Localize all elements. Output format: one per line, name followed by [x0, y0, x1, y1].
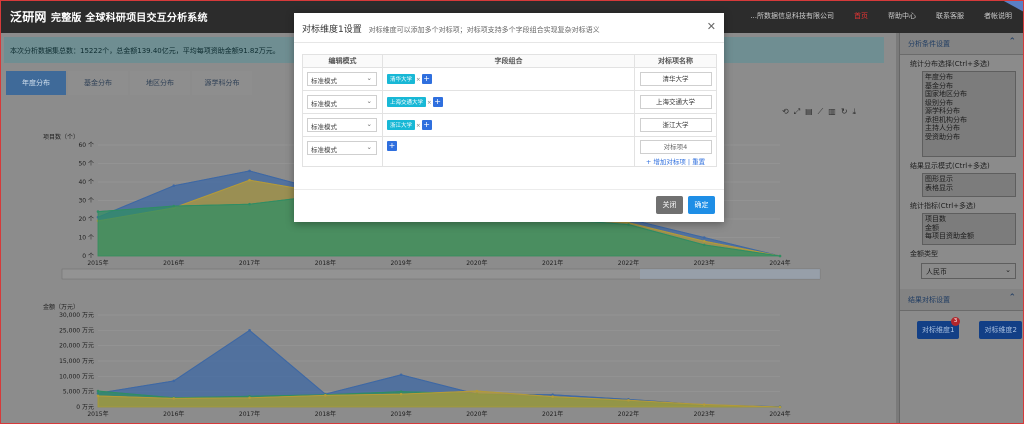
compare-table: 编辑模式 字段组合 对标项名称 标准模式 ⌄ 清华大学 × + 清华大学 标准模式 ⌄ … — [302, 54, 717, 167]
item-name-input[interactable]: 对标项4 — [639, 140, 712, 154]
field-tag[interactable]: 上海交通大学 — [387, 97, 427, 107]
reset-link[interactable]: 重置 — [692, 158, 705, 166]
modal-divider — [294, 42, 724, 43]
col-header-fields: 字段组合 — [382, 54, 635, 68]
field-tag[interactable]: 浙江大学 — [387, 120, 416, 130]
chevron-down-icon: ⌄ — [366, 97, 372, 105]
remove-icon[interactable]: × — [427, 100, 432, 106]
chevron-down-icon: ⌄ — [366, 143, 372, 151]
remove-icon[interactable]: × — [416, 123, 421, 129]
modal-overlay: 对标维度1设置 对标维度可以添加多个对标项；对标项支持多个字段组合实现复杂对标语… — [0, 0, 1024, 424]
close-button[interactable]: 关闭 — [656, 196, 683, 214]
add-item-links: + 增加对标项 | 重置 — [645, 158, 706, 166]
chevron-down-icon: ⌄ — [366, 74, 372, 82]
col-header-name: 对标项名称 — [634, 54, 717, 68]
mode-value: 标准模式 — [311, 123, 337, 131]
modal-title: 对标维度1设置 对标维度可以添加多个对标项；对标项支持多个字段组合实现复杂对标语… — [302, 22, 600, 35]
table-row: 标准模式 ⌄ 上海交通大学 × + 上海交通大学 — [302, 90, 717, 114]
modal-title-text: 对标维度1设置 — [302, 25, 362, 35]
mode-value: 标准模式 — [311, 146, 337, 154]
table-row: 标准模式 ⌄ 清华大学 × + 清华大学 — [302, 67, 717, 91]
chevron-down-icon: ⌄ — [366, 120, 372, 128]
mode-select[interactable]: 标准模式 ⌄ — [307, 118, 377, 132]
add-item-link[interactable]: + 增加对标项 — [646, 158, 686, 166]
field-tag[interactable]: 清华大学 — [387, 74, 416, 84]
mode-value: 标准模式 — [311, 100, 337, 108]
add-field-button[interactable]: + — [432, 97, 443, 107]
table-row: 标准模式 ⌄ + 对标项4 + 增加对标项 | 重置 — [302, 136, 717, 167]
modal-footer-divider — [294, 189, 724, 190]
item-name-input[interactable]: 浙江大学 — [639, 118, 712, 132]
modal-subtitle: 对标维度可以添加多个对标项；对标项支持多个字段组合实现复杂对标语义 — [368, 26, 600, 34]
add-field-button[interactable]: + — [387, 141, 397, 151]
remove-icon[interactable]: × — [416, 77, 421, 83]
mode-select[interactable]: 标准模式 ⌄ — [307, 141, 377, 155]
add-field-button[interactable]: + — [421, 120, 432, 130]
add-field-button[interactable]: + — [421, 74, 432, 84]
close-icon[interactable]: ✕ — [707, 20, 716, 33]
item-name-input[interactable]: 清华大学 — [639, 72, 712, 86]
mode-value: 标准模式 — [311, 77, 337, 85]
col-header-mode: 编辑模式 — [302, 54, 383, 68]
confirm-button[interactable]: 确定 — [688, 196, 715, 214]
mode-select[interactable]: 标准模式 ⌄ — [307, 95, 377, 109]
compare-dimension-modal: 对标维度1设置 对标维度可以添加多个对标项；对标项支持多个字段组合实现复杂对标语… — [294, 13, 724, 222]
table-row: 标准模式 ⌄ 浙江大学 × + 浙江大学 — [302, 113, 717, 137]
mode-select[interactable]: 标准模式 ⌄ — [307, 72, 377, 86]
item-name-input[interactable]: 上海交通大学 — [639, 95, 712, 109]
